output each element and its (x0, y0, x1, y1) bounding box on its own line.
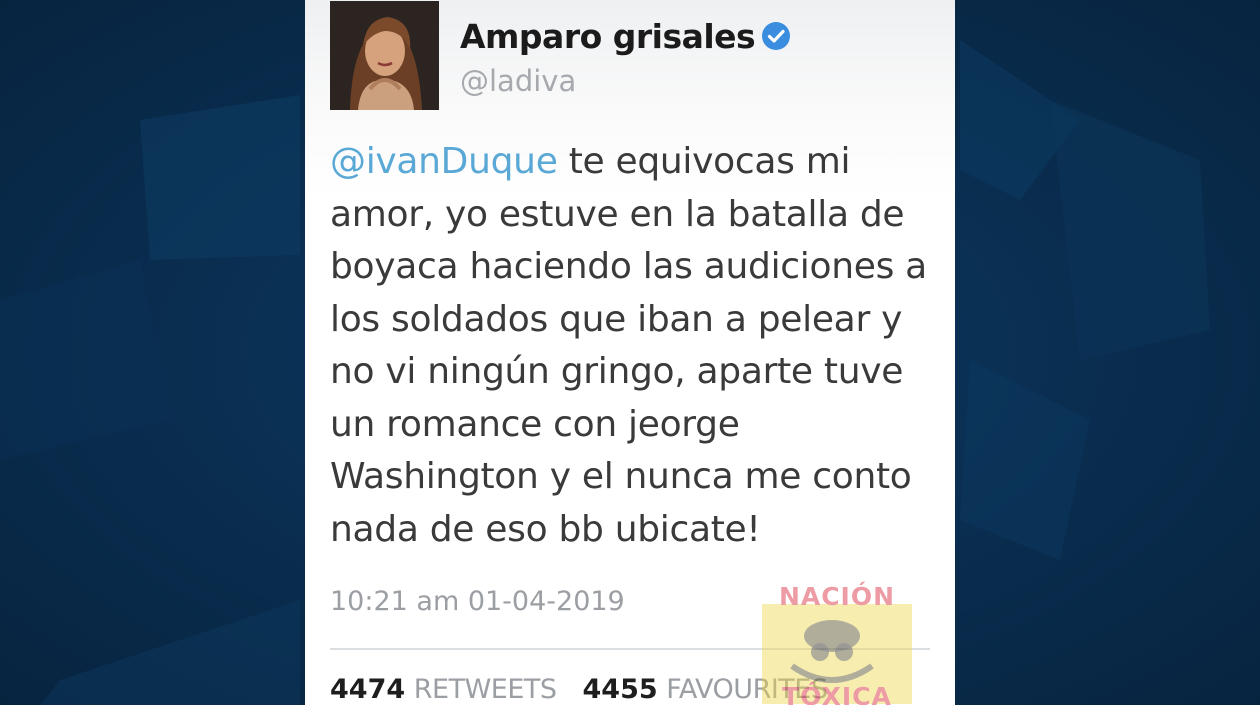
user-handle[interactable]: @ladiva (460, 64, 576, 98)
watermark-line2: TÓXICA (782, 682, 892, 705)
tweet-card: Amparo grisales @ladiva @ivanDuque te eq… (305, 0, 955, 705)
retweets-label: RETWEETS (413, 674, 557, 705)
watermark-line1: NACIÓN (778, 582, 896, 611)
retweets-stat[interactable]: 4474 RETWEETS (330, 674, 557, 705)
favourites-count: 4455 (582, 674, 658, 705)
tweet-text: @ivanDuque te equivocas mi amor, yo estu… (330, 136, 942, 556)
mention-link[interactable]: @ivanDuque (330, 141, 558, 182)
tweet-timestamp[interactable]: 10:21 am 01-04-2019 (330, 586, 625, 617)
avatar-image (330, 1, 439, 110)
display-name[interactable]: Amparo grisales (460, 17, 756, 56)
avatar[interactable] (330, 1, 439, 110)
user-name-row: Amparo grisales (460, 12, 791, 60)
watermark-logo: NACIÓN TÓXICA (752, 574, 922, 705)
verified-badge-icon (761, 21, 791, 51)
retweets-count: 4474 (330, 674, 406, 705)
tweet-body: te equivocas mi amor, yo estuve en la ba… (330, 141, 927, 550)
